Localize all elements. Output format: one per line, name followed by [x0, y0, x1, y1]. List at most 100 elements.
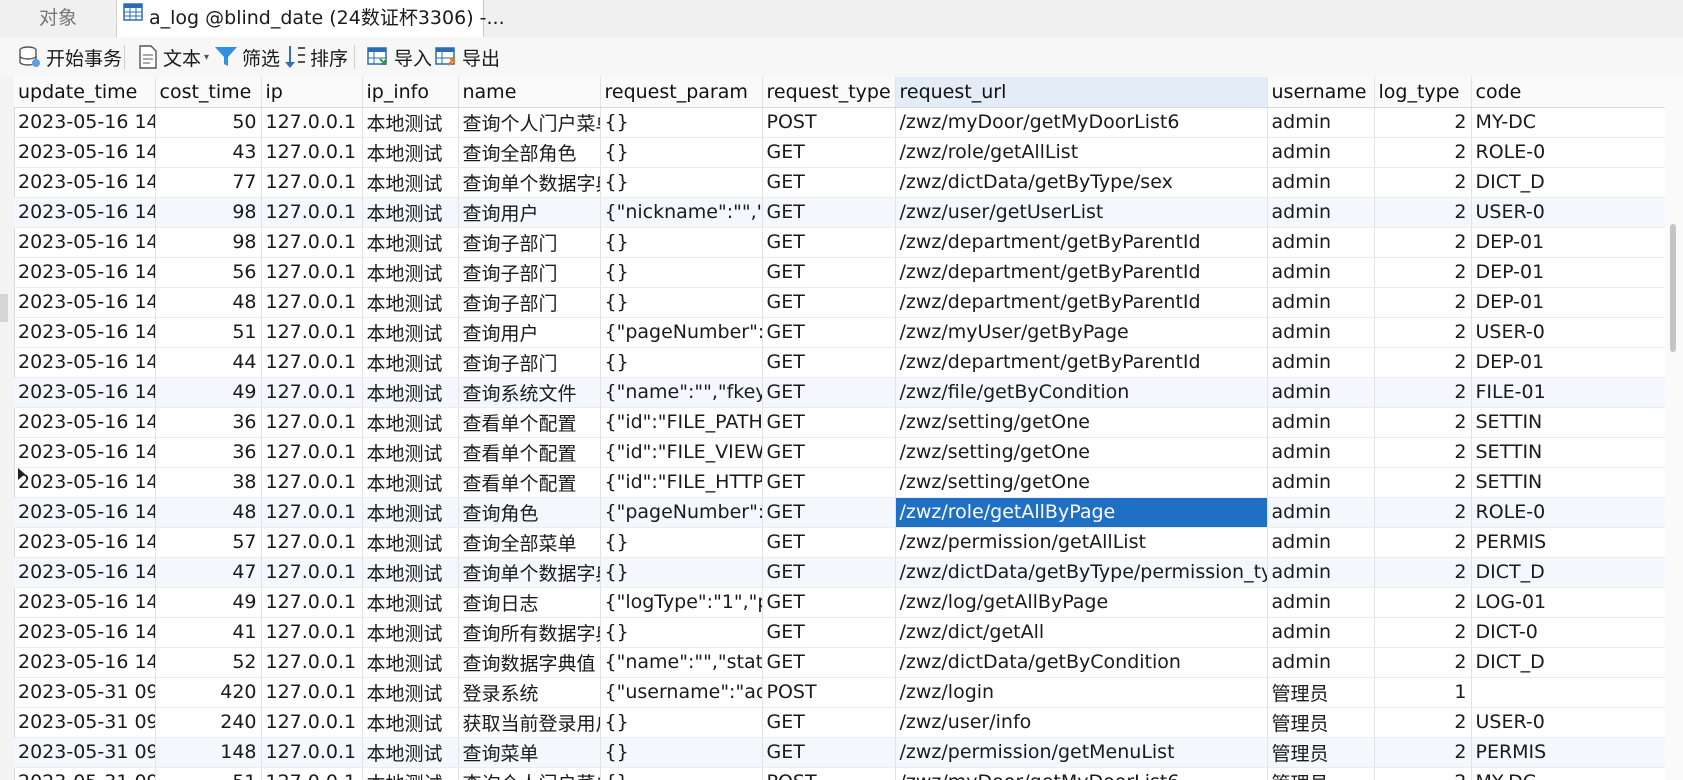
cell-request-param[interactable]: {} [600, 347, 763, 378]
cell-code[interactable]: DEP-01 [1471, 257, 1666, 288]
column-header-update-time[interactable]: update_time [14, 77, 156, 108]
cell-log-type[interactable]: 2 [1374, 317, 1472, 348]
cell-cost-time[interactable]: 50 [155, 107, 262, 138]
vertical-scrollbar[interactable] [1665, 77, 1683, 780]
cell-request-url[interactable]: /zwz/permission/getAllList [895, 527, 1268, 558]
cell-cost-time[interactable]: 36 [155, 437, 262, 468]
table-row[interactable]: 2023-05-31 09:2240127.0.0.1本地测试获取当前登录用户{… [14, 707, 1666, 738]
cell-code[interactable]: ROLE-0 [1471, 137, 1666, 168]
cell-log-type[interactable]: 2 [1374, 107, 1472, 138]
column-header-request-url[interactable]: request_url [895, 77, 1268, 108]
cell-ip-info[interactable]: 本地测试 [362, 707, 459, 738]
cell-request-url[interactable]: /zwz/myUser/getByPage [895, 317, 1268, 348]
cell-log-type[interactable]: 2 [1374, 587, 1472, 618]
cell-code[interactable]: ROLE-0 [1471, 497, 1666, 528]
sort-button[interactable]: 排序 [284, 37, 348, 77]
cell-username[interactable]: admin [1267, 437, 1375, 468]
cell-request-type[interactable]: GET [762, 257, 896, 288]
cell-request-type[interactable]: GET [762, 317, 896, 348]
cell-request-param[interactable]: {} [600, 287, 763, 318]
cell-name[interactable]: 查询菜单 [458, 737, 601, 768]
cell-ip[interactable]: 127.0.0.1 [261, 587, 363, 618]
cell-request-type[interactable]: POST [762, 767, 896, 780]
splitter-handle[interactable] [0, 294, 8, 322]
cell-cost-time[interactable]: 38 [155, 467, 262, 498]
cell-update-time[interactable]: 2023-05-16 14:4 [14, 647, 156, 678]
cell-request-type[interactable]: GET [762, 167, 896, 198]
cell-request-param[interactable]: {"id":"FILE_VIEW"} [600, 437, 763, 468]
cell-ip[interactable]: 127.0.0.1 [261, 287, 363, 318]
cell-request-param[interactable]: {"id":"FILE_HTTP"} [600, 467, 763, 498]
cell-ip-info[interactable]: 本地测试 [362, 737, 459, 768]
cell-update-time[interactable]: 2023-05-31 09:2 [14, 767, 156, 780]
table-row[interactable]: 2023-05-16 14:498127.0.0.1本地测试查询子部门{}GET… [14, 227, 1666, 258]
cell-code[interactable]: DEP-01 [1471, 227, 1666, 258]
cell-ip[interactable]: 127.0.0.1 [261, 137, 363, 168]
cell-code[interactable]: DICT_D [1471, 647, 1666, 678]
cell-update-time[interactable]: 2023-05-16 14:4 [14, 527, 156, 558]
tab-objects[interactable]: 对象 [0, 0, 117, 37]
cell-ip-info[interactable]: 本地测试 [362, 647, 459, 678]
cell-request-type[interactable]: GET [762, 587, 896, 618]
cell-ip-info[interactable]: 本地测试 [362, 167, 459, 198]
cell-request-type[interactable]: GET [762, 707, 896, 738]
cell-ip[interactable]: 127.0.0.1 [261, 227, 363, 258]
cell-code[interactable]: PERMIS [1471, 527, 1666, 558]
cell-request-param[interactable]: {} [600, 737, 763, 768]
cell-request-param[interactable]: {} [600, 257, 763, 288]
data-grid[interactable]: update_time cost_time ip ip_info name request… [14, 77, 1683, 780]
cell-request-param[interactable]: {"pageNumber":"1", [600, 497, 763, 528]
cell-code[interactable]: DEP-01 [1471, 347, 1666, 378]
cell-name[interactable]: 查询个人门户菜单 [458, 767, 601, 780]
cell-request-url[interactable]: /zwz/dict/getAll [895, 617, 1268, 648]
cell-ip-info[interactable]: 本地测试 [362, 497, 459, 528]
cell-ip[interactable]: 127.0.0.1 [261, 197, 363, 228]
cell-ip[interactable]: 127.0.0.1 [261, 467, 363, 498]
cell-name[interactable]: 查看单个配置 [458, 437, 601, 468]
column-header-ip[interactable]: ip [261, 77, 363, 108]
cell-ip[interactable]: 127.0.0.1 [261, 317, 363, 348]
table-row[interactable]: 2023-05-16 14:450127.0.0.1本地测试查询个人门户菜单{}… [14, 107, 1666, 138]
cell-request-type[interactable]: POST [762, 677, 896, 708]
cell-log-type[interactable]: 2 [1374, 767, 1472, 780]
cell-request-type[interactable]: GET [762, 467, 896, 498]
cell-cost-time[interactable]: 240 [155, 707, 262, 738]
cell-log-type[interactable]: 2 [1374, 557, 1472, 588]
cell-code[interactable]: USER-0 [1471, 317, 1666, 348]
cell-name[interactable]: 查询全部菜单 [458, 527, 601, 558]
cell-request-type[interactable]: GET [762, 647, 896, 678]
cell-cost-time[interactable]: 57 [155, 527, 262, 558]
cell-username[interactable]: 管理员 [1267, 737, 1375, 768]
cell-update-time[interactable]: 2023-05-16 14:4 [14, 137, 156, 168]
cell-code[interactable] [1471, 677, 1666, 708]
cell-ip-info[interactable]: 本地测试 [362, 347, 459, 378]
column-header-log-type[interactable]: log_type [1374, 77, 1472, 108]
cell-name[interactable]: 查询日志 [458, 587, 601, 618]
text-view-button[interactable]: 文本 ▾ [137, 37, 209, 77]
cell-update-time[interactable]: 2023-05-31 09:2 [14, 707, 156, 738]
cell-code[interactable]: DICT_D [1471, 557, 1666, 588]
cell-code[interactable]: DICT_D [1471, 167, 1666, 198]
cell-code[interactable]: FILE-01 [1471, 377, 1666, 408]
begin-transaction-button[interactable]: 开始事务 [18, 37, 122, 77]
table-row[interactable]: 2023-05-16 14:436127.0.0.1本地测试查看单个配置{"id… [14, 407, 1666, 438]
table-row[interactable]: 2023-05-16 14:441127.0.0.1本地测试查询所有数据字典{}… [14, 617, 1666, 648]
table-row[interactable]: 2023-05-16 14:447127.0.0.1本地测试查询单个数据字典{}… [14, 557, 1666, 588]
cell-ip-info[interactable]: 本地测试 [362, 617, 459, 648]
cell-username[interactable]: admin [1267, 647, 1375, 678]
cell-request-param[interactable]: {} [600, 137, 763, 168]
cell-request-type[interactable]: GET [762, 347, 896, 378]
table-row[interactable]: 2023-05-31 09:251127.0.0.1本地测试查询个人门户菜单{}… [14, 767, 1666, 780]
column-header-request-param[interactable]: request_param [600, 77, 763, 108]
cell-ip-info[interactable]: 本地测试 [362, 467, 459, 498]
cell-name[interactable]: 查询全部角色 [458, 137, 601, 168]
cell-name[interactable]: 查询子部门 [458, 227, 601, 258]
cell-ip[interactable]: 127.0.0.1 [261, 167, 363, 198]
cell-code[interactable]: MY-DC [1471, 767, 1666, 780]
cell-name[interactable]: 查询单个数据字典 [458, 167, 601, 198]
cell-ip-info[interactable]: 本地测试 [362, 557, 459, 588]
table-row[interactable]: 2023-05-16 14:448127.0.0.1本地测试查询子部门{}GET… [14, 287, 1666, 318]
cell-request-type[interactable]: GET [762, 377, 896, 408]
cell-update-time[interactable]: 2023-05-16 14:4 [14, 257, 156, 288]
cell-code[interactable]: MY-DC [1471, 107, 1666, 138]
